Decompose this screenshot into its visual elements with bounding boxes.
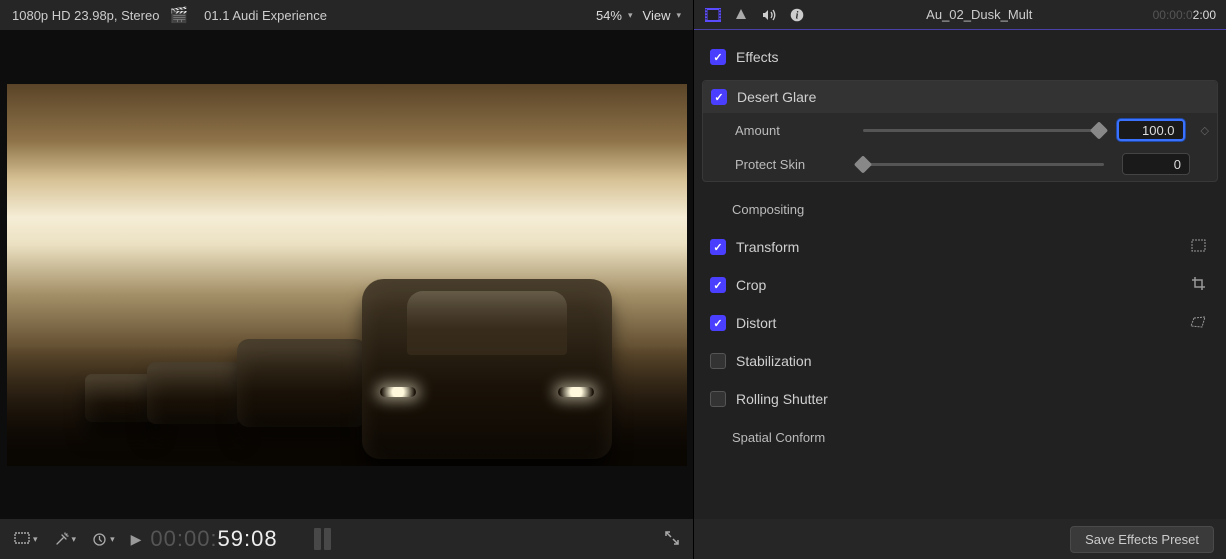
- inspector-pane: i Au_02_Dusk_Mult 00:00:02:00 Effects De…: [693, 0, 1226, 559]
- distort-overlay-icon[interactable]: [1190, 316, 1210, 331]
- clip-title: 01.1 Audi Experience: [204, 8, 327, 23]
- timecode-dim: 00:00:: [150, 526, 217, 551]
- timecode-display[interactable]: ▶ 00:00:59:08: [131, 526, 278, 552]
- desert-glare-header[interactable]: Desert Glare: [703, 81, 1217, 113]
- view-label: View: [643, 8, 671, 23]
- audio-inspector-tab[interactable]: [760, 7, 778, 23]
- spatial-conform-label: Spatial Conform: [732, 430, 825, 445]
- protect-skin-value-input[interactable]: 0: [1122, 153, 1190, 175]
- format-label: 1080p HD 23.98p, Stereo: [12, 8, 159, 23]
- svg-text:i: i: [796, 10, 799, 21]
- viewer-footer: ▾ ▾ ▾ ▶ 00:00:59:08: [0, 519, 693, 559]
- retime-tool-dropdown[interactable]: ▾: [92, 532, 115, 547]
- stabilization-label: Stabilization: [736, 353, 1210, 369]
- effects-checkbox[interactable]: [710, 49, 726, 65]
- protect-skin-label: Protect Skin: [735, 157, 845, 172]
- transform-checkbox[interactable]: [710, 239, 726, 255]
- transform-tool-dropdown[interactable]: ▾: [14, 532, 38, 546]
- spatial-conform-section[interactable]: Spatial Conform: [702, 418, 1218, 456]
- crop-checkbox[interactable]: [710, 277, 726, 293]
- transform-label: Transform: [736, 239, 1191, 255]
- protect-skin-slider[interactable]: [863, 163, 1104, 166]
- desert-glare-checkbox[interactable]: [711, 89, 727, 105]
- compositing-section[interactable]: Compositing: [702, 190, 1218, 228]
- video-preview: [7, 84, 687, 466]
- keyframe-icon[interactable]: [1200, 158, 1209, 170]
- zoom-value: 54%: [596, 8, 622, 23]
- audio-meters: [314, 528, 331, 550]
- amount-param: Amount 100.0 ◇: [703, 113, 1217, 147]
- viewer-header: 1080p HD 23.98p, Stereo 🎬 01.1 Audi Expe…: [0, 0, 693, 30]
- inspector-clip-name: Au_02_Dusk_Mult: [816, 7, 1143, 22]
- amount-label: Amount: [735, 123, 845, 138]
- inspector-timecode: 00:00:02:00: [1153, 8, 1216, 22]
- amount-slider-thumb[interactable]: [1089, 121, 1107, 139]
- chevron-down-icon: ▾: [628, 10, 633, 21]
- timecode-bright: 59:08: [218, 526, 278, 551]
- crop-label: Crop: [736, 277, 1191, 293]
- rolling-shutter-section[interactable]: Rolling Shutter: [702, 380, 1218, 418]
- play-icon[interactable]: ▶: [131, 531, 143, 548]
- viewer-pane: 1080p HD 23.98p, Stereo 🎬 01.1 Audi Expe…: [0, 0, 693, 559]
- transform-overlay-icon[interactable]: [1191, 239, 1210, 255]
- inspector-header: i Au_02_Dusk_Mult 00:00:02:00: [694, 0, 1226, 30]
- crop-section[interactable]: Crop: [702, 266, 1218, 304]
- distort-checkbox[interactable]: [710, 315, 726, 331]
- video-inspector-tab[interactable]: [704, 7, 722, 23]
- amount-value-input[interactable]: 100.0: [1117, 119, 1185, 141]
- compositing-label: Compositing: [732, 202, 804, 217]
- distort-section[interactable]: Distort: [702, 304, 1218, 342]
- stabilization-section[interactable]: Stabilization: [702, 342, 1218, 380]
- transform-section[interactable]: Transform: [702, 228, 1218, 266]
- distort-label: Distort: [736, 315, 1190, 331]
- zoom-dropdown[interactable]: 54% ▾: [596, 8, 633, 23]
- protect-skin-slider-thumb[interactable]: [854, 155, 872, 173]
- viewer-content[interactable]: [0, 30, 693, 519]
- effects-section[interactable]: Effects: [702, 38, 1218, 76]
- rolling-shutter-label: Rolling Shutter: [736, 391, 1210, 407]
- inspector-footer: Save Effects Preset: [694, 519, 1226, 559]
- rolling-shutter-checkbox[interactable]: [710, 391, 726, 407]
- effects-label: Effects: [736, 49, 1210, 65]
- amount-slider[interactable]: [863, 129, 1099, 132]
- view-dropdown[interactable]: View ▾: [643, 8, 681, 23]
- fullscreen-icon[interactable]: [665, 531, 679, 548]
- color-inspector-tab[interactable]: [732, 7, 750, 23]
- crop-overlay-icon[interactable]: [1191, 276, 1210, 294]
- protect-skin-param: Protect Skin 0: [703, 147, 1217, 181]
- desert-glare-label: Desert Glare: [737, 89, 1209, 105]
- enhance-tool-dropdown[interactable]: ▾: [54, 532, 77, 547]
- chevron-down-icon: ▾: [676, 10, 681, 21]
- keyframe-icon[interactable]: ◇: [1195, 124, 1209, 137]
- stabilization-checkbox[interactable]: [710, 353, 726, 369]
- desert-glare-effect: Desert Glare Amount 100.0 ◇ Protect Skin…: [702, 80, 1218, 182]
- save-effects-preset-button[interactable]: Save Effects Preset: [1070, 526, 1214, 553]
- clapper-icon: 🎬: [169, 6, 188, 24]
- inspector-body: Effects Desert Glare Amount 100.0 ◇ Prot…: [694, 30, 1226, 519]
- info-inspector-tab[interactable]: i: [788, 7, 806, 23]
